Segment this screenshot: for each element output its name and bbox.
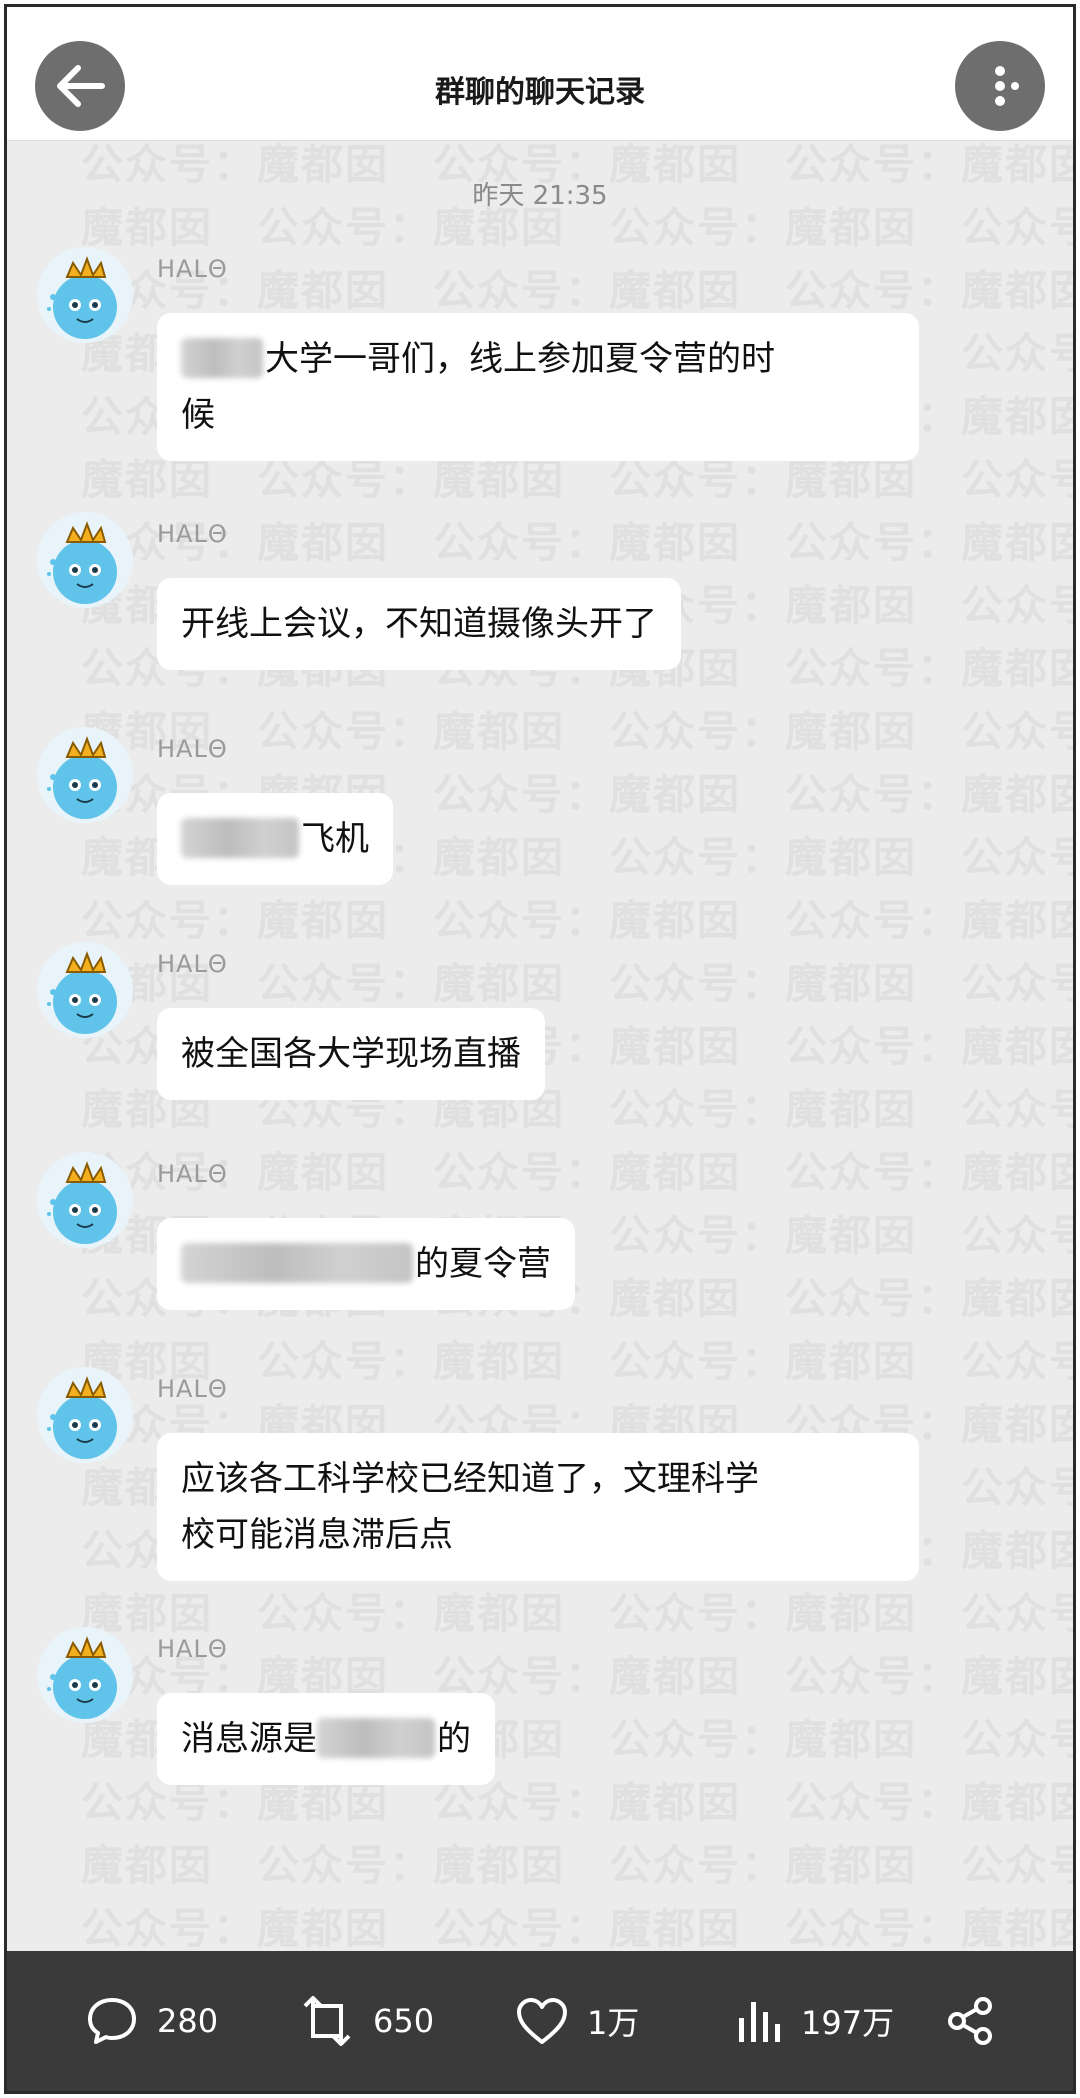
redacted-text [181,1242,413,1283]
message-text: 消息源是 [181,1719,317,1759]
message-bubble[interactable]: 被全国各大学现场直播 [157,1008,545,1100]
message-text: 的 [437,1719,471,1759]
sender-avatar[interactable] [37,512,133,608]
sender-avatar[interactable] [37,1152,133,1248]
repost-icon [303,1996,351,2046]
redacted-text [317,1717,435,1758]
comment-count: 280 [157,2002,219,2040]
avatar-crown-creature-icon [47,1636,117,1719]
views-indicator: 197万 [733,1951,894,2091]
message-text: 应该各工科学校已经知道了，文理科学 [181,1459,759,1499]
avatar-crown-creature-icon [47,521,117,604]
avatar-crown-creature-icon [47,736,117,819]
sender-name: HALΘ [157,520,228,548]
avatar-crown-creature-icon [47,1161,117,1244]
message-text: 校可能消息滞后点 [181,1515,453,1555]
message-bubble[interactable]: 大学一哥们，线上参加夏令营的时 候 [157,313,919,461]
sender-name: HALΘ [157,1635,228,1663]
screenshot-frame: 公众号：魔都囡 公众号：魔都囡 公众号：魔都囡 魔都囡 公众号：魔都囡 公众号：魔… [4,4,1076,2094]
message-bubble[interactable]: 的夏令营 [157,1218,575,1310]
like-count: 1万 [587,2004,640,2042]
avatar-crown-creature-icon [47,951,117,1034]
message-text: 候 [181,395,215,435]
sender-avatar[interactable] [37,247,133,343]
sender-name: HALΘ [157,1375,228,1403]
message-bubble[interactable]: 应该各工科学校已经知道了，文理科学 校可能消息滞后点 [157,1433,919,1581]
watermark-row: 公众号：魔都囡 公众号：魔都囡 公众号：魔都囡 [81,896,1073,945]
message-bubble[interactable]: 开线上会议，不知道摄像头开了 [157,578,681,670]
message-text: 飞机 [301,819,369,859]
sender-name: HALΘ [157,1160,228,1188]
sender-name: HALΘ [157,735,228,763]
sender-avatar[interactable] [37,1627,133,1723]
chat-header: 群聊的聊天记录 [7,7,1073,141]
share-icon [948,1997,992,2045]
like-button[interactable]: 1万 [515,1951,639,2091]
avatar-crown-creature-icon [47,1376,117,1459]
message-text: 大学一哥们，线上参加夏令营的时 [265,339,775,379]
message-text: 被全国各大学现场直播 [181,1034,521,1074]
message-text: 的夏令营 [415,1244,551,1284]
sender-avatar[interactable] [37,942,133,1038]
watermark-row: 魔都囡 公众号：魔都囡 公众号：魔都囡 公众号： [81,1841,1073,1890]
message-timestamp: 昨天 21:35 [472,181,608,211]
sender-avatar[interactable] [37,1367,133,1463]
views-count: 197万 [801,2004,895,2042]
comment-icon [88,1998,136,2044]
page-title: 群聊的聊天记录 [435,75,645,110]
avatar-crown-creature-icon [47,256,117,339]
redacted-text [181,817,299,858]
sender-name: HALΘ [157,255,228,283]
message-text: 开线上会议，不知道摄像头开了 [181,604,657,644]
more-button[interactable] [955,41,1045,131]
message-bubble[interactable]: 飞机 [157,793,393,885]
heart-icon [517,1998,567,2044]
message-bubble[interactable]: 消息源是 的 [157,1693,495,1785]
post-action-bar: 280 650 1万 197万 [7,1951,1073,2091]
sender-avatar[interactable] [37,727,133,823]
sender-name: HALΘ [157,950,228,978]
repost-button[interactable]: 650 [299,1951,434,2091]
more-dots-icon [995,66,1019,106]
bar-chart-icon [739,2002,780,2042]
redacted-text [181,337,263,378]
repost-count: 650 [373,2002,435,2040]
share-button[interactable] [943,1951,997,2091]
comment-button[interactable]: 280 [85,1951,218,2091]
